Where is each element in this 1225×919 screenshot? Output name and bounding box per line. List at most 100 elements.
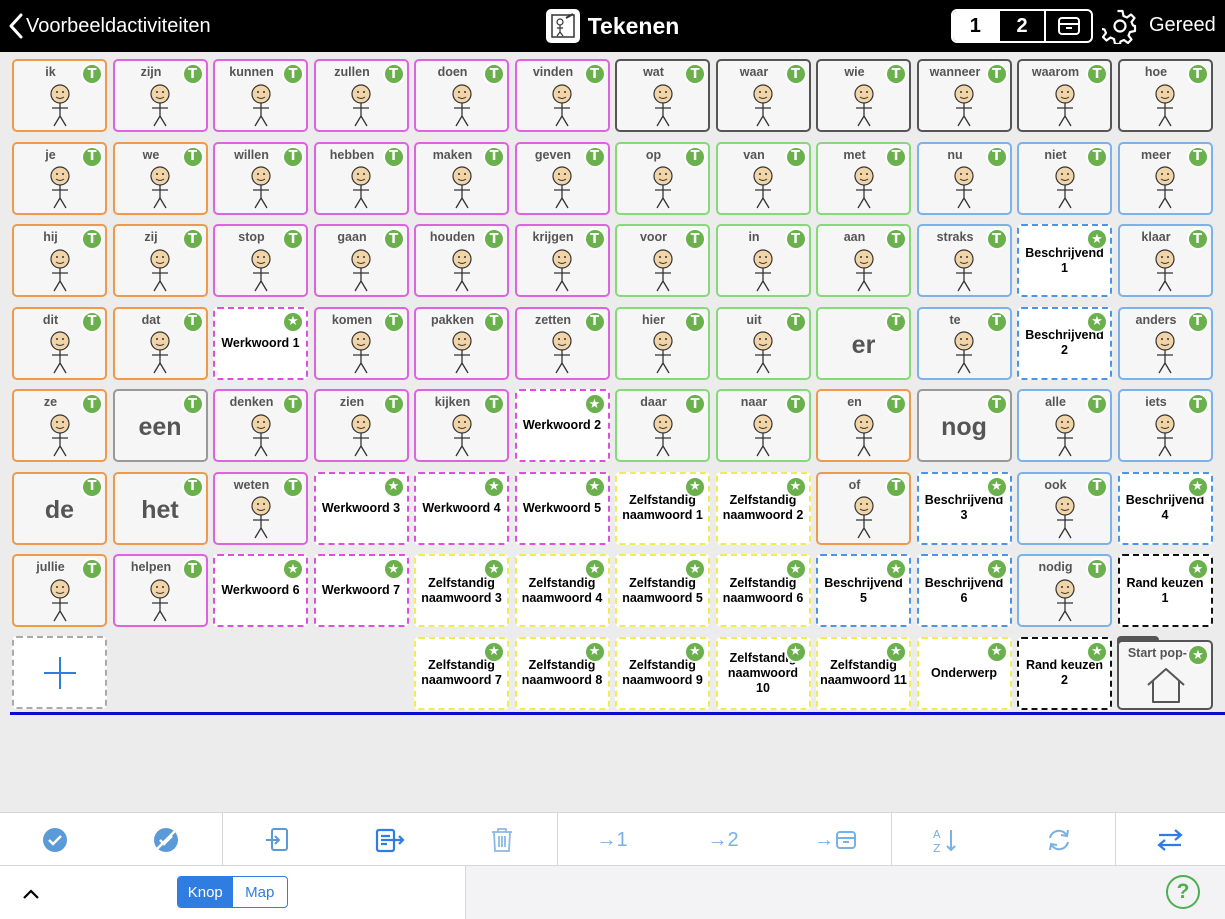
- symbol-button[interactable]: willen T: [213, 141, 308, 215]
- move-to-popup-button[interactable]: →: [795, 813, 875, 867]
- sort-button[interactable]: AZ: [906, 813, 986, 867]
- symbol-button[interactable]: nodig T: [1017, 554, 1112, 627]
- placeholder-button[interactable]: Beschrijvend 1 ★: [1017, 224, 1112, 297]
- symbol-button[interactable]: maken T: [414, 141, 509, 215]
- add-button[interactable]: [12, 636, 107, 709]
- placeholder-button[interactable]: Zelfstandig naamwoord 9 ★: [615, 636, 710, 710]
- placeholder-button[interactable]: Beschrijvend 5 ★: [816, 554, 911, 627]
- symbol-button[interactable]: we T: [112, 141, 208, 215]
- symbol-button[interactable]: weten T: [213, 471, 308, 545]
- symbol-button[interactable]: meer T: [1117, 141, 1213, 215]
- help-button[interactable]: ?: [1166, 875, 1200, 909]
- symbol-button[interactable]: houden T: [414, 224, 509, 297]
- page-1-tab[interactable]: 1: [953, 11, 1000, 41]
- placeholder-button[interactable]: Werkwoord 4 ★: [414, 471, 509, 545]
- placeholder-button[interactable]: Rand keuzen 1 ★: [1117, 554, 1213, 627]
- symbol-button[interactable]: wat T: [615, 59, 710, 132]
- symbol-button[interactable]: ook T: [1017, 471, 1112, 545]
- popup-page-tab[interactable]: [1046, 11, 1091, 41]
- move-to-page-2-button[interactable]: →2: [683, 813, 763, 867]
- done-button[interactable]: Gereed: [1149, 14, 1216, 37]
- symbol-button[interactable]: nu T: [916, 141, 1012, 215]
- symbol-button[interactable]: wie T: [816, 59, 911, 132]
- symbol-button[interactable]: zijn T: [112, 59, 208, 132]
- symbol-button[interactable]: krijgen T: [514, 224, 610, 297]
- placeholder-button[interactable]: Werkwoord 6 ★: [213, 554, 308, 627]
- placeholder-button[interactable]: Rand keuzen 2 ★: [1017, 636, 1112, 710]
- mode-option-map[interactable]: Map: [233, 877, 288, 907]
- symbol-button[interactable]: uit T: [715, 306, 811, 380]
- symbol-button[interactable]: doen T: [414, 59, 509, 132]
- placeholder-button[interactable]: Zelfstandig naamwoord 10 ★: [715, 636, 811, 710]
- word-button[interactable]: de T: [12, 471, 107, 545]
- back-button[interactable]: Voorbeeldactiviteiten: [8, 12, 211, 40]
- symbol-button[interactable]: zien T: [313, 389, 409, 462]
- deselect-button[interactable]: [126, 813, 206, 867]
- placeholder-button[interactable]: Zelfstandig naamwoord 2 ★: [715, 471, 811, 545]
- symbol-button[interactable]: vinden T: [514, 59, 610, 132]
- settings-button[interactable]: [1099, 8, 1138, 46]
- placeholder-button[interactable]: Zelfstandig naamwoord 6 ★: [715, 554, 811, 627]
- symbol-button[interactable]: je T: [12, 141, 107, 215]
- symbol-button[interactable]: hier T: [615, 306, 710, 380]
- symbol-button[interactable]: in T: [715, 224, 811, 297]
- placeholder-button[interactable]: Werkwoord 5 ★: [514, 471, 610, 545]
- symbol-button[interactable]: zij T: [112, 224, 208, 297]
- symbol-button[interactable]: geven T: [514, 141, 610, 215]
- word-button[interactable]: een T: [112, 389, 208, 462]
- placeholder-button[interactable]: Beschrijvend 4 ★: [1117, 471, 1213, 545]
- symbol-button[interactable]: aan T: [816, 224, 911, 297]
- symbol-button[interactable]: dit T: [12, 306, 107, 380]
- symbol-button[interactable]: te T: [916, 306, 1012, 380]
- symbol-button[interactable]: denken T: [213, 389, 308, 462]
- symbol-button[interactable]: kijken T: [414, 389, 509, 462]
- symbol-button[interactable]: en T: [816, 389, 911, 462]
- symbol-button[interactable]: wanneer T: [916, 59, 1012, 132]
- placeholder-button[interactable]: Zelfstandig naamwoord 8 ★: [514, 636, 610, 710]
- start-popup-button[interactable]: Start pop-up ★: [1117, 636, 1213, 710]
- symbol-button[interactable]: dat T: [112, 306, 208, 380]
- symbol-button[interactable]: daar T: [615, 389, 710, 462]
- symbol-button[interactable]: naar T: [715, 389, 811, 462]
- symbol-button[interactable]: van T: [715, 141, 811, 215]
- swap-button[interactable]: [1130, 813, 1210, 867]
- symbol-button[interactable]: jullie T: [12, 554, 107, 627]
- symbol-button[interactable]: waar T: [715, 59, 811, 132]
- symbol-button[interactable]: anders T: [1117, 306, 1213, 380]
- collapse-button[interactable]: [20, 884, 42, 904]
- placeholder-button[interactable]: Werkwoord 1 ★: [213, 306, 308, 380]
- symbol-button[interactable]: hebben T: [313, 141, 409, 215]
- placeholder-button[interactable]: Werkwoord 3 ★: [313, 471, 409, 545]
- refresh-button[interactable]: [1019, 813, 1099, 867]
- symbol-button[interactable]: alle T: [1017, 389, 1112, 462]
- symbol-button[interactable]: stop T: [213, 224, 308, 297]
- symbol-button[interactable]: helpen T: [112, 554, 208, 627]
- placeholder-button[interactable]: Zelfstandig naamwoord 1 ★: [615, 471, 710, 545]
- placeholder-button[interactable]: Zelfstandig naamwoord 5 ★: [615, 554, 710, 627]
- symbol-button[interactable]: op T: [615, 141, 710, 215]
- placeholder-button[interactable]: Beschrijvend 2 ★: [1017, 306, 1112, 380]
- symbol-button[interactable]: of T: [816, 471, 911, 545]
- word-button[interactable]: nog T: [916, 389, 1012, 462]
- symbol-button[interactable]: zetten T: [514, 306, 610, 380]
- symbol-button[interactable]: hij T: [12, 224, 107, 297]
- delete-button[interactable]: [462, 813, 542, 867]
- move-to-page-1-button[interactable]: →1: [572, 813, 652, 867]
- page-2-tab[interactable]: 2: [1000, 11, 1047, 41]
- symbol-button[interactable]: pakken T: [414, 306, 509, 380]
- symbol-button[interactable]: komen T: [313, 306, 409, 380]
- symbol-button[interactable]: kunnen T: [213, 59, 308, 132]
- word-button[interactable]: het T: [112, 471, 208, 545]
- symbol-button[interactable]: zullen T: [313, 59, 409, 132]
- symbol-button[interactable]: niet T: [1017, 141, 1112, 215]
- placeholder-button[interactable]: Zelfstandig naamwoord 11 ★: [816, 636, 911, 710]
- placeholder-button[interactable]: Onderwerp ★: [916, 636, 1012, 710]
- mode-option-knop[interactable]: Knop: [178, 877, 233, 907]
- symbol-button[interactable]: voor T: [615, 224, 710, 297]
- placeholder-button[interactable]: Beschrijvend 3 ★: [916, 471, 1012, 545]
- symbol-button[interactable]: ze T: [12, 389, 107, 462]
- symbol-button[interactable]: ik T: [12, 59, 107, 132]
- symbol-button[interactable]: met T: [816, 141, 911, 215]
- select-all-button[interactable]: [15, 813, 95, 867]
- placeholder-button[interactable]: Beschrijvend 6 ★: [916, 554, 1012, 627]
